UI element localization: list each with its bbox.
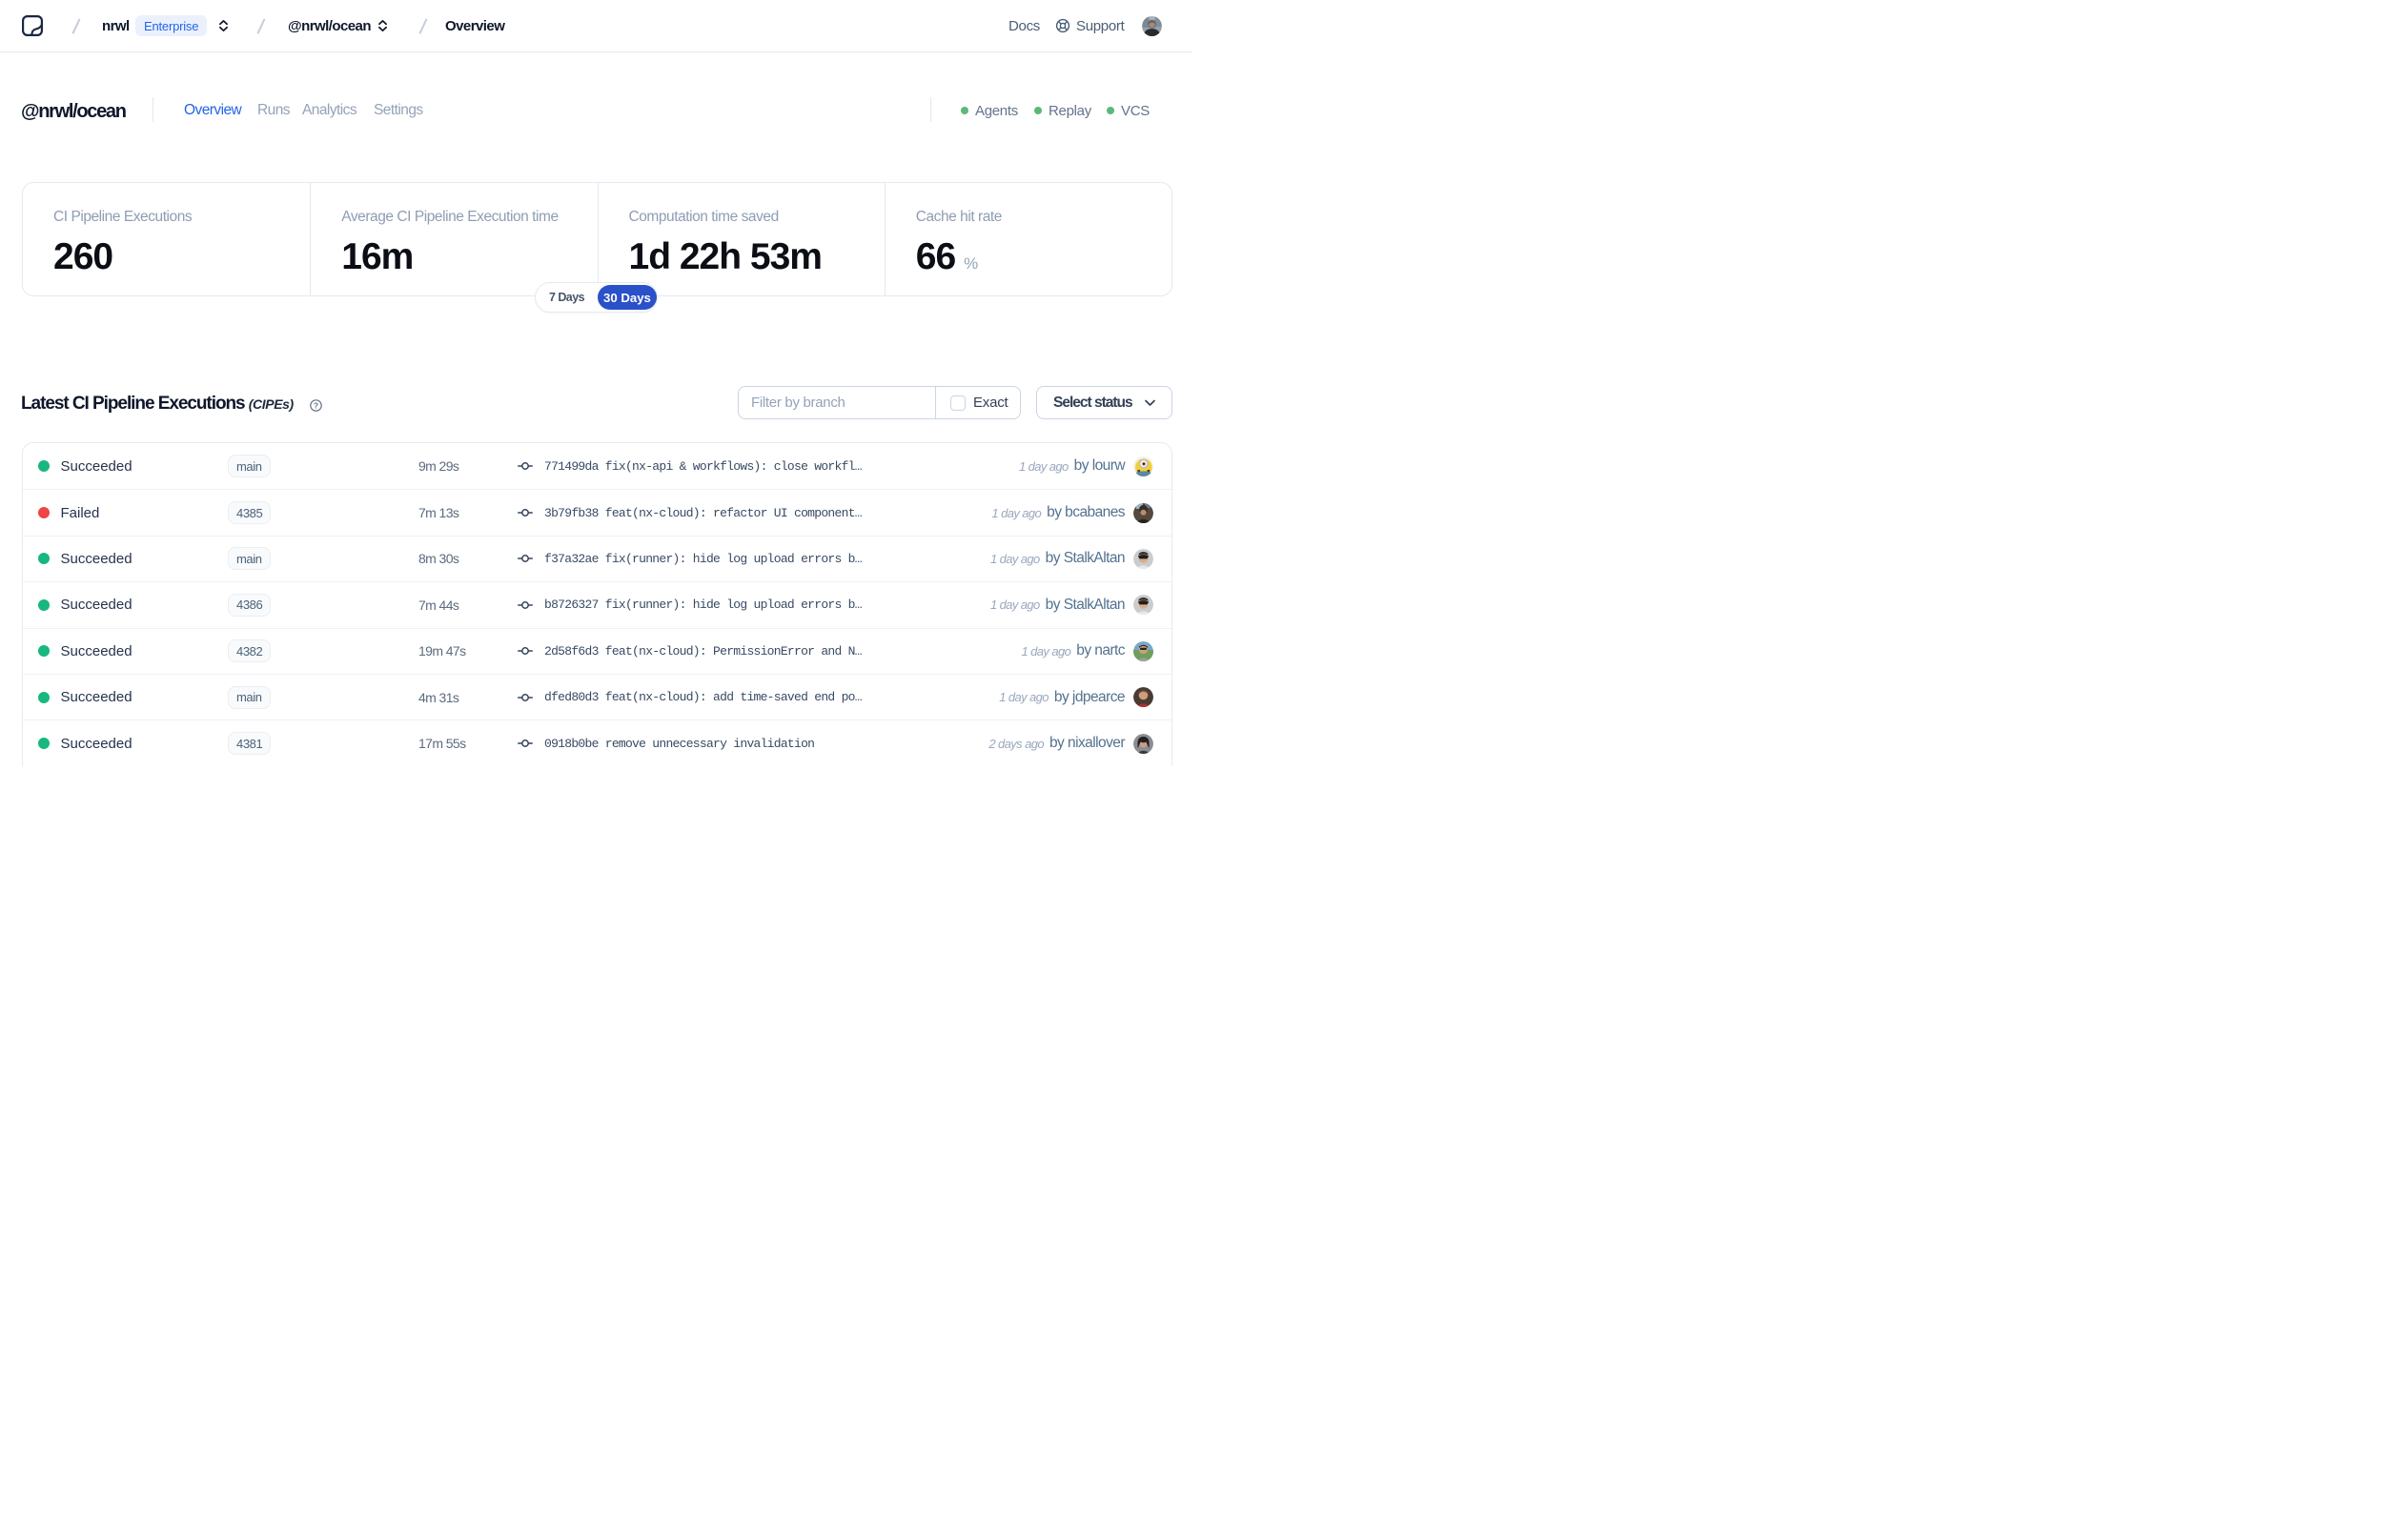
- svg-text:?: ?: [313, 401, 317, 411]
